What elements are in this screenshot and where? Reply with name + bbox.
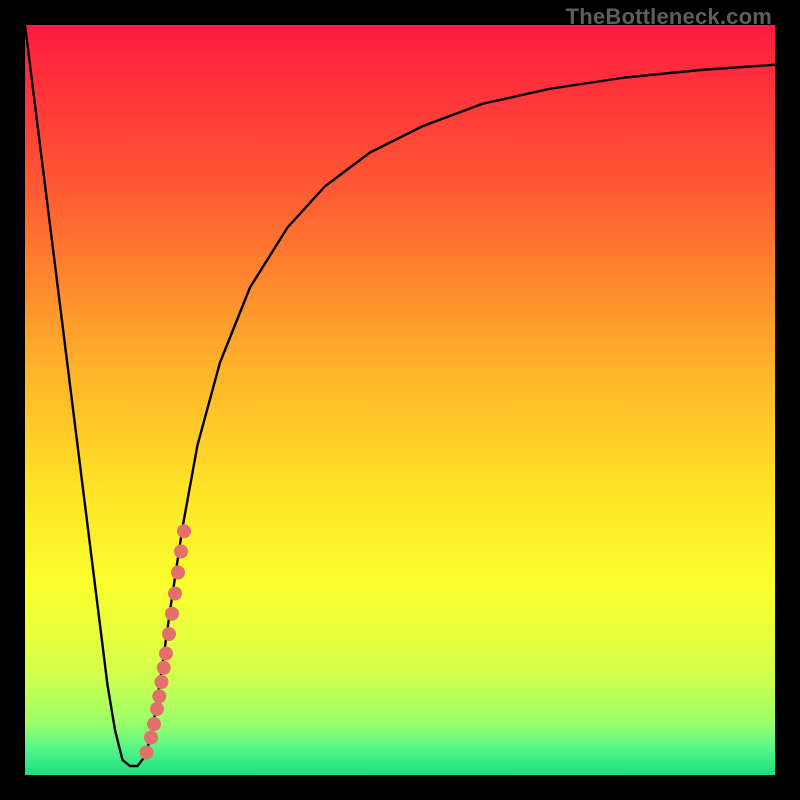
highlight-dot <box>150 702 164 716</box>
highlight-dot <box>174 545 188 559</box>
highlight-dot <box>157 661 171 675</box>
highlight-dot <box>162 627 176 641</box>
chart-svg <box>25 25 775 775</box>
highlight-dot <box>159 647 173 661</box>
highlight-dot <box>171 566 185 580</box>
highlight-dot <box>168 587 182 601</box>
highlight-dot <box>144 731 158 745</box>
highlight-dot <box>152 689 166 703</box>
highlight-dot <box>155 675 169 689</box>
highlight-dot <box>165 607 179 621</box>
plot-area <box>25 25 775 775</box>
highlight-dot <box>177 524 191 538</box>
watermark-text: TheBottleneck.com <box>566 4 772 30</box>
highlight-dot <box>140 746 154 760</box>
highlight-dot <box>147 717 161 731</box>
chart-frame: TheBottleneck.com <box>0 0 800 800</box>
